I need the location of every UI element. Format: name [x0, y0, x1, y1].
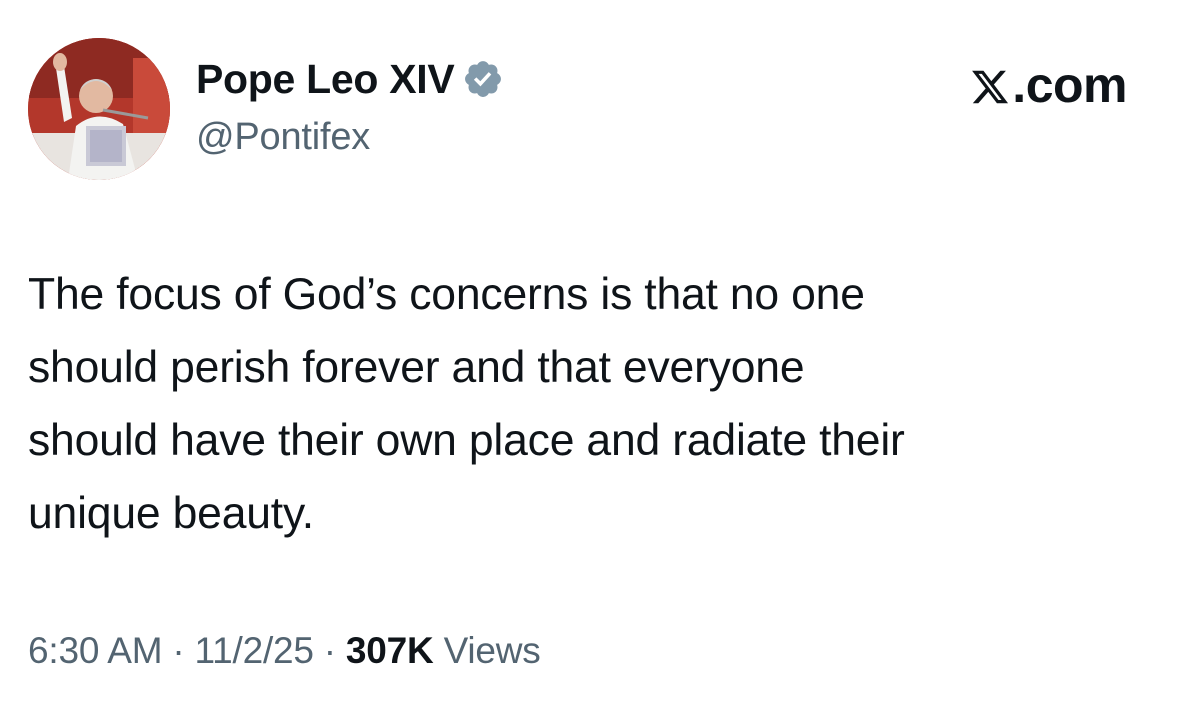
site-label: .com [970, 60, 1127, 110]
x-logo-icon [970, 65, 1010, 105]
tweet-time[interactable]: 6:30 AM [28, 632, 163, 669]
tweet-date[interactable]: 11/2/25 [194, 632, 314, 669]
author-name-row: Pope Leo XIV [196, 54, 504, 104]
views-label: Views [443, 630, 541, 671]
site-label-suffix: .com [1012, 57, 1127, 113]
tweet-meta: 6:30 AM · 11/2/25 · 307K Views [28, 632, 541, 669]
author-avatar[interactable] [28, 38, 170, 180]
meta-separator: · [172, 630, 185, 671]
views-count: 307K [345, 630, 434, 671]
tweet-text-line: should have their own place and radiate … [28, 416, 905, 465]
tweet-text-line: unique beauty. [28, 489, 314, 538]
tweet-card: Pope Leo XIV @Pontifex .com The focus of… [0, 0, 1179, 706]
verified-badge-icon [462, 58, 504, 100]
author-display-name[interactable]: Pope Leo XIV [196, 58, 455, 100]
meta-separator: · [323, 630, 336, 671]
tweet-text: The focus of God’s concerns is that no o… [28, 258, 1138, 550]
avatar-photo-icon [28, 38, 170, 180]
author-handle[interactable]: @Pontifex [196, 118, 370, 156]
tweet-text-line: should perish forever and that everyone [28, 343, 805, 392]
tweet-text-line: The focus of God’s concerns is that no o… [28, 270, 865, 319]
